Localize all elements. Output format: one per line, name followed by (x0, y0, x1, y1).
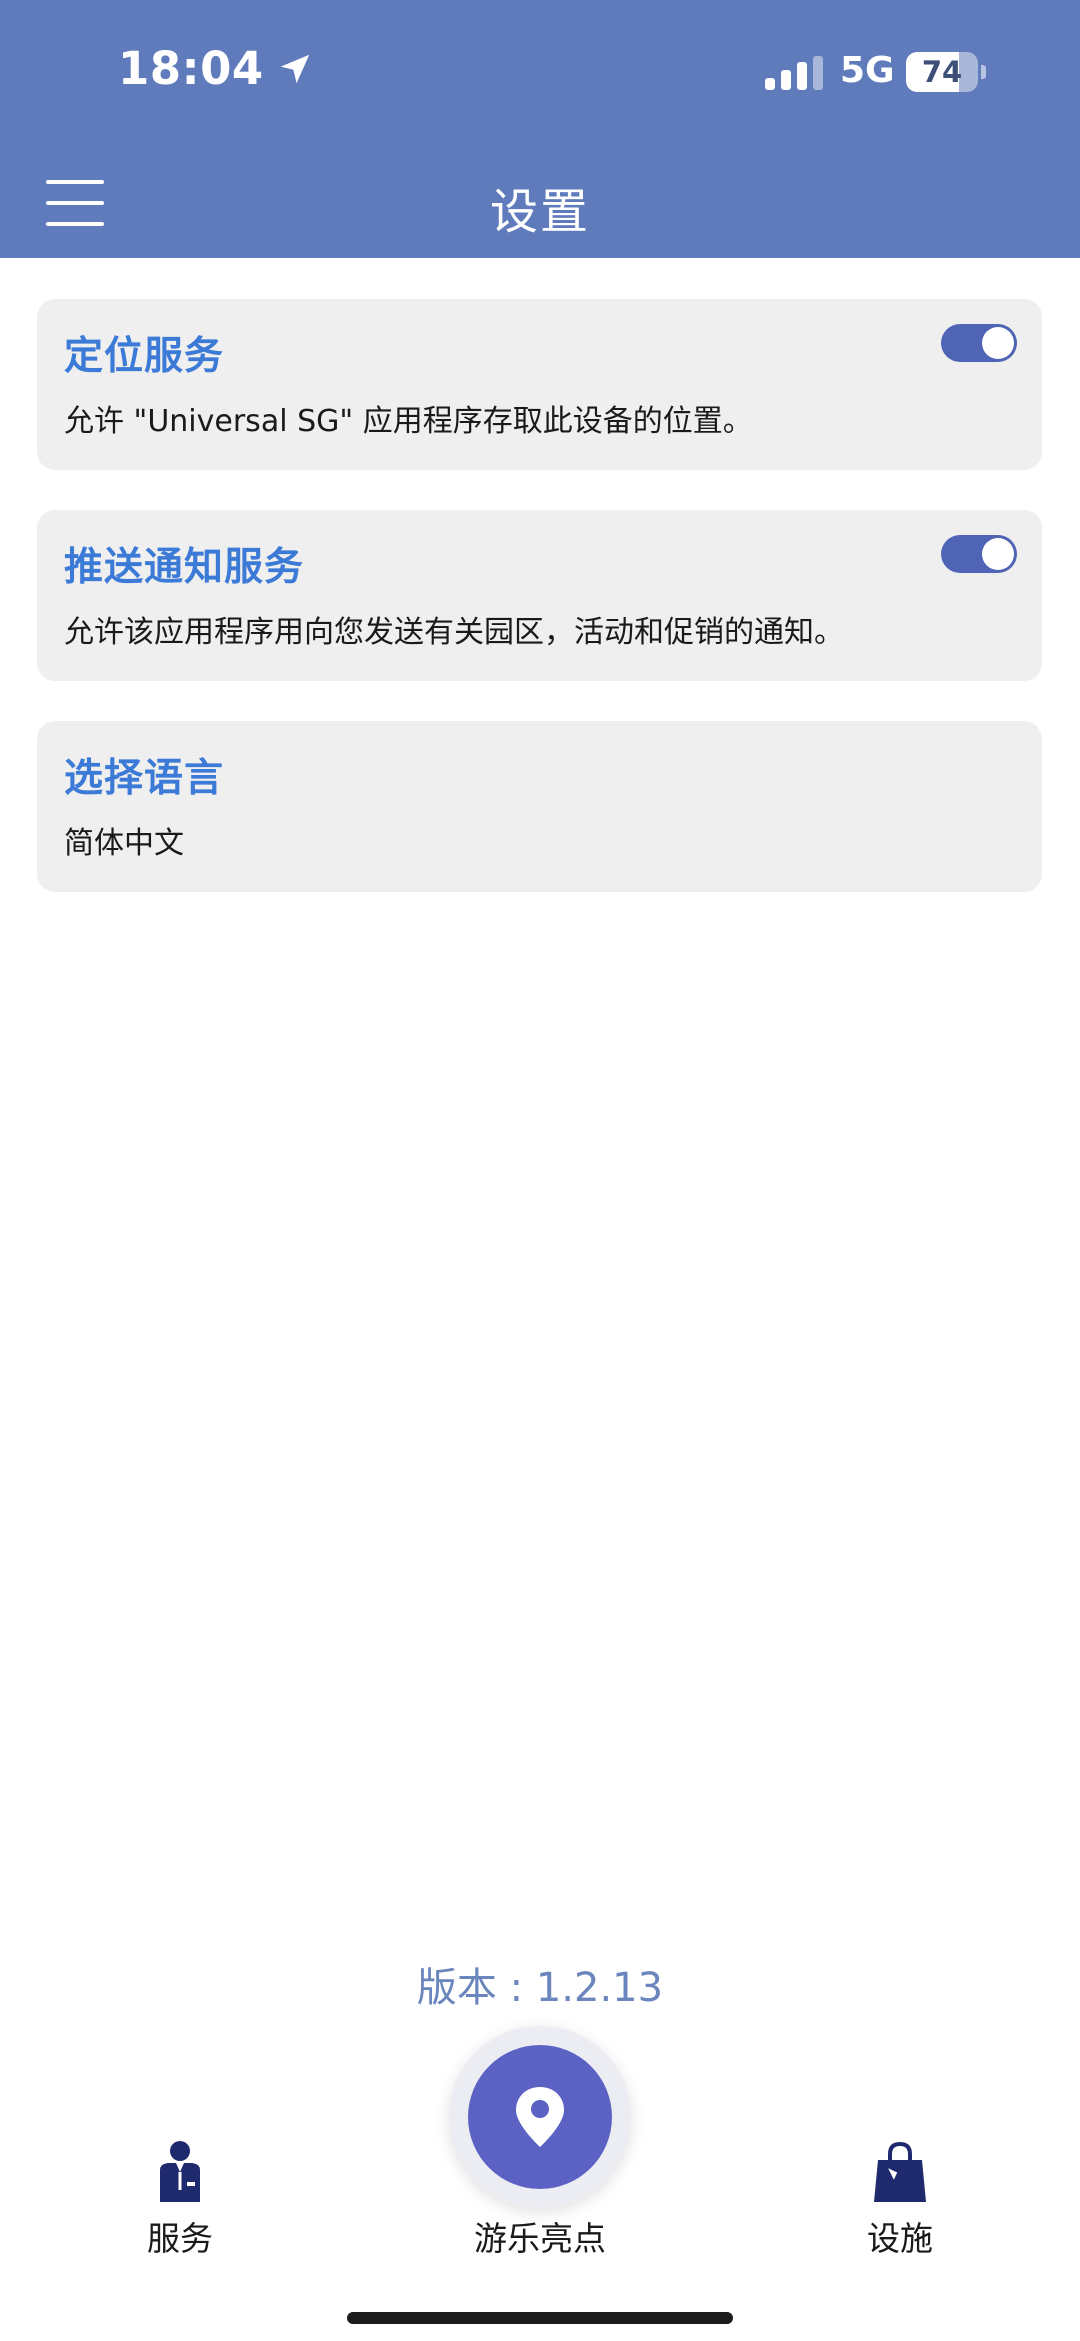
shopping-bag-icon (874, 2141, 926, 2202)
nav-services[interactable]: 服务 (80, 2140, 280, 2260)
nav-facilities[interactable]: 设施 (800, 2140, 1000, 2260)
home-indicator[interactable] (347, 2312, 733, 2324)
network-type: 5G (840, 50, 895, 91)
setting-title: 推送通知服务 (64, 545, 305, 590)
nav-facilities-label: 设施 (867, 2219, 933, 2258)
status-time-group: 18:04 (118, 42, 314, 95)
page-title: 设置 (489, 184, 590, 240)
status-time: 18:04 (118, 42, 264, 95)
staff-person-icon (160, 2141, 200, 2202)
push-notification-card: 推送通知服务 允许该应用程序用向您发送有关园区，活动和促销的通知。 (37, 510, 1042, 681)
setting-title: 选择语言 (64, 756, 225, 801)
battery-level: 74 (921, 55, 963, 89)
app-header: 18:04 5G 74 设置 (0, 0, 1080, 258)
selected-language: 简体中文 (64, 826, 184, 861)
map-pin-icon (516, 2087, 564, 2147)
battery-icon: 74 (906, 52, 986, 92)
setting-description: 允许该应用程序用向您发送有关园区，活动和促销的通知。 (64, 615, 844, 650)
toggle-knob (982, 327, 1014, 359)
setting-title: 定位服务 (64, 334, 225, 379)
push-notification-toggle[interactable] (941, 535, 1017, 573)
setting-description: 允许 "Universal SG" 应用程序存取此设备的位置。 (64, 404, 753, 439)
highlights-fab-ring (449, 2026, 631, 2208)
location-service-card: 定位服务 允许 "Universal SG" 应用程序存取此设备的位置。 (37, 299, 1042, 470)
cellular-signal-icon (765, 56, 823, 90)
highlights-button[interactable] (468, 2045, 612, 2189)
version-label: 版本 : 1.2.13 (416, 1965, 664, 2011)
location-arrow-icon (280, 54, 309, 83)
nav-services-label: 服务 (147, 2219, 213, 2258)
language-select-card[interactable]: 选择语言 简体中文 (37, 721, 1042, 892)
nav-highlights-label: 游乐亮点 (474, 2219, 606, 2258)
toggle-knob (982, 538, 1014, 570)
location-service-toggle[interactable] (941, 324, 1017, 362)
